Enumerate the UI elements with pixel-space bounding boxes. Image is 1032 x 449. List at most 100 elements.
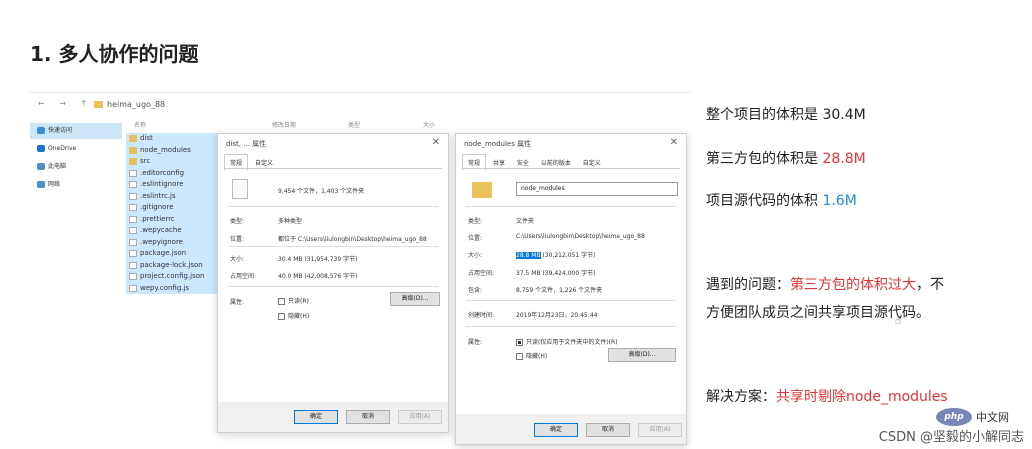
note-third-party-size: 第三方包的体积是 28.8M	[706, 148, 866, 168]
prop-label-location: 位置:	[468, 235, 483, 242]
properties-dialog-multi: dist, ... 属性 ✕ 常规 自定义 9,454 个文件，1,403 个文…	[217, 133, 449, 433]
dialog-footer: 确定 取消 应用(A)	[456, 414, 686, 444]
prop-value-disk-size: 40.0 MB (42,008,576 字节)	[278, 273, 358, 280]
prop-label-attributes: 属性:	[230, 299, 245, 306]
sidebar-item-quick-access[interactable]: 快速访问	[30, 123, 122, 139]
nav-arrows-icon[interactable]: ← → ↑	[38, 99, 93, 108]
checkbox-label: 隐藏(H)	[526, 353, 548, 360]
file-row[interactable]: .editorconfig	[126, 167, 226, 179]
file-row[interactable]: wepy.config.js	[126, 282, 226, 294]
prop-label-type: 类型:	[230, 218, 245, 225]
prop-label-size: 大小:	[468, 252, 483, 259]
file-name: project.config.json	[140, 272, 205, 280]
file-name: .wepyignore	[140, 237, 183, 246]
checkbox-label: 只读(仅应用于文件夹中的文件)(R)	[526, 339, 618, 346]
advanced-button[interactable]: 高级(D)...	[390, 292, 440, 306]
file-icon	[129, 261, 137, 269]
file-icon	[129, 204, 137, 211]
file-icon	[129, 238, 137, 246]
file-row[interactable]: package-lock.json	[126, 259, 226, 271]
hidden-checkbox[interactable]: 隐藏(H)	[278, 311, 309, 320]
sidebar-item-onedrive[interactable]: OneDrive	[30, 141, 122, 157]
file-row[interactable]: .wepycache	[126, 225, 226, 237]
file-row[interactable]: node_modules	[126, 144, 226, 156]
file-icon	[232, 179, 248, 199]
sidebar-item-this-pc[interactable]: 此电脑	[30, 159, 122, 175]
file-row[interactable]: .eslintrc.js	[126, 190, 226, 202]
prop-value-size: 28.8 MB (30,212,051 字节)	[516, 250, 595, 259]
hidden-checkbox[interactable]: 隐藏(H)	[516, 351, 547, 360]
prop-label-disk-size: 占用空间:	[468, 270, 495, 277]
explorer-sidebar: 快速访问 OneDrive 此电脑 网络	[30, 123, 122, 443]
address-path: heima_ugo_88	[107, 100, 166, 109]
file-row[interactable]: package.json	[126, 248, 226, 260]
prop-label-location: 位置:	[230, 236, 245, 243]
note-source-size: 项目源代码的体积 1.6M	[706, 190, 857, 210]
dialog-tabs: 常规 自定义	[224, 154, 278, 171]
cancel-button[interactable]: 取消	[586, 423, 630, 437]
file-name: .eslintrc.js	[140, 191, 176, 200]
properties-dialog-node-modules: node_modules 属性 ✕ 常规 共享 安全 以前的版本 自定义 nod…	[455, 133, 687, 445]
file-name: src	[140, 157, 151, 165]
file-name: package.json	[140, 249, 187, 257]
csdn-watermark: CSDN @坚毅的小解同志	[878, 430, 1024, 445]
cancel-button[interactable]: 取消	[346, 410, 390, 424]
file-row[interactable]: .eslintignore	[126, 179, 226, 191]
note-highlight-red: 共享时剔除node_modules	[776, 389, 948, 405]
file-row[interactable]: .prettierrc	[126, 213, 226, 225]
note-highlight-red: 第三方包的体积过大	[790, 277, 916, 293]
file-row[interactable]: dist	[126, 133, 226, 145]
file-name: package-lock.json	[140, 260, 203, 269]
file-icon	[129, 192, 137, 200]
note-text: 解决方案：	[706, 389, 776, 405]
advanced-button[interactable]: 高级(D)...	[608, 348, 676, 362]
checkbox-icon	[516, 339, 523, 346]
apply-button[interactable]: 应用(A)	[638, 423, 682, 437]
close-icon[interactable]: ✕	[670, 137, 678, 148]
php-logo: php	[936, 408, 972, 426]
file-list: dist node_modules src .editorconfig .esl…	[126, 133, 226, 294]
file-row[interactable]: src	[126, 156, 226, 168]
note-text: 整个项目的体积是 30.4M	[706, 107, 866, 123]
folder-icon	[94, 101, 103, 108]
prop-value-disk-size: 37.5 MB (39,424,000 字节)	[516, 270, 596, 277]
note-text: 第三方包的体积是	[706, 151, 823, 167]
selected-size-text[interactable]: 28.8 MB	[516, 252, 541, 259]
dialog-title: node_modules 属性	[464, 140, 532, 148]
column-header-name[interactable]: 名称	[134, 120, 146, 129]
cloud-icon	[37, 145, 45, 152]
column-header-modified[interactable]: 修改日期	[272, 120, 296, 129]
prop-value-type: 文件夹	[516, 218, 535, 225]
dialog-title: dist, ... 属性	[226, 140, 267, 148]
explorer-address-bar[interactable]: ← → ↑ heima_ugo_88	[30, 93, 690, 115]
star-icon	[37, 127, 45, 134]
column-header-type[interactable]: 类型	[348, 120, 360, 129]
file-row[interactable]: .wepyignore	[126, 236, 226, 248]
ok-button[interactable]: 确定	[294, 410, 338, 424]
sidebar-item-network[interactable]: 网络	[30, 177, 122, 193]
prop-value-contains: 8,759 个文件，1,226 个文件夹	[516, 287, 603, 294]
checkbox-icon	[278, 313, 285, 320]
column-header-size[interactable]: 大小	[423, 120, 435, 129]
sidebar-item-label: 快速访问	[48, 127, 73, 134]
file-row[interactable]: .gitignore	[126, 202, 226, 214]
readonly-checkbox[interactable]: 只读(仅应用于文件夹中的文件)(R)	[516, 337, 618, 346]
prop-value-location: 都位于 C:\Users\liulongbin\Desktop\heima_ug…	[278, 236, 427, 243]
prop-label-disk-size: 占用空间:	[230, 273, 257, 280]
folder-name-input[interactable]: node_modules	[516, 182, 678, 196]
file-name: .gitignore	[140, 203, 174, 211]
apply-button[interactable]: 应用(A)	[398, 410, 442, 424]
prop-value-type: 多种类型	[278, 218, 303, 225]
folder-icon	[129, 146, 137, 154]
close-icon[interactable]: ✕	[432, 137, 440, 148]
note-text: ，不	[916, 277, 944, 293]
file-icon	[129, 227, 137, 234]
file-name: .eslintignore	[140, 180, 184, 188]
sidebar-item-label: 此电脑	[48, 163, 67, 170]
note-problem: 遇到的问题：第三方包的体积过大，不	[706, 274, 944, 294]
folder-icon	[129, 158, 137, 165]
ok-button[interactable]: 确定	[534, 423, 578, 437]
file-row[interactable]: project.config.json	[126, 271, 226, 283]
divider	[466, 300, 676, 301]
readonly-checkbox[interactable]: 只读(R)	[278, 296, 309, 305]
